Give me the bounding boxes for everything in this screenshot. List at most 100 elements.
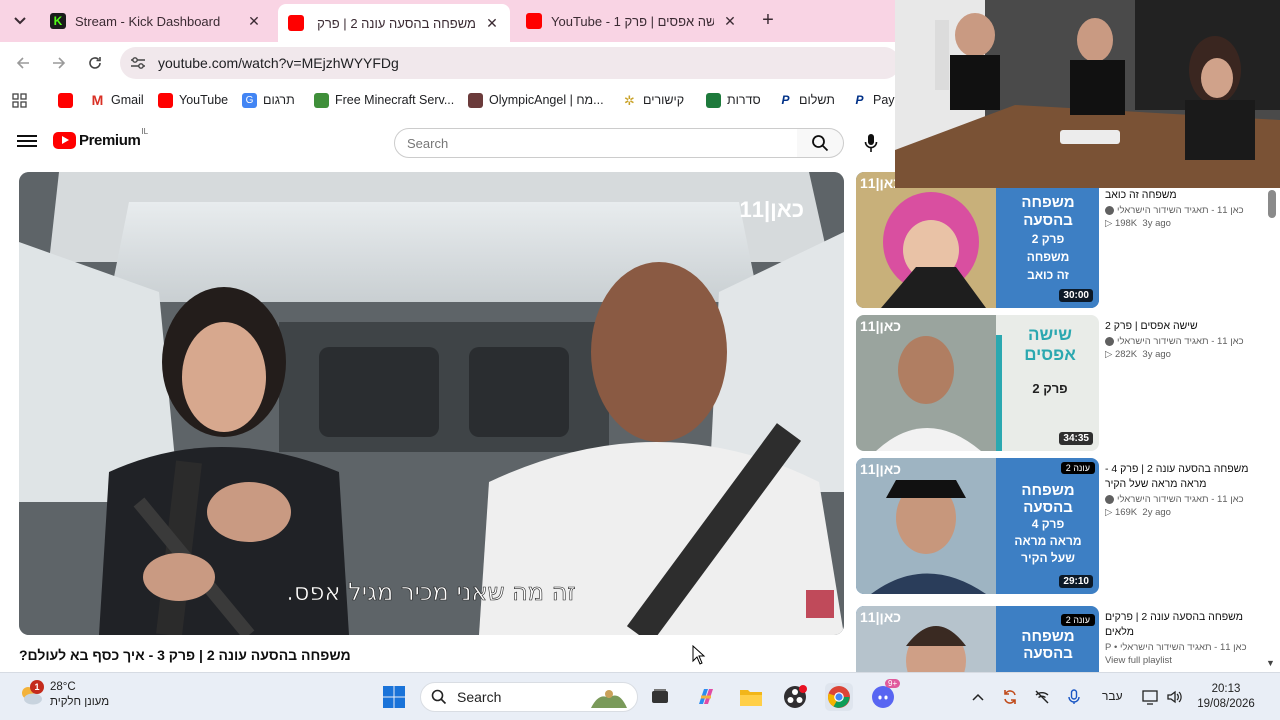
playlist-title: משפחה בהסעה עונה 2 | פרקים מלאים [1105,611,1243,638]
recommendation-playlist[interactable]: כאן|11 עונה 2 משפחה בהסעה משפחה בהסעה עו… [856,606,1268,672]
video-duration: 30:00 [1059,289,1093,302]
chrome-button[interactable] [825,683,853,711]
bookmark-label: קישורים [643,93,685,107]
address-bar[interactable]: youtube.com/watch?v=MEjzhWYYFDg [120,47,900,79]
microphone-icon [864,134,878,152]
bookmark-label: Free Minecraft Serv... [335,93,455,107]
thumbnail-text: שישה אפסים פרק 2 [1024,325,1076,396]
channel-name[interactable]: כאן 11 - תאגיד השידור הישראלי [1105,205,1265,216]
bookmark-links[interactable]: ✲ קישורים [622,91,684,109]
close-tab-icon[interactable]: ✕ [484,15,500,31]
country-code: IL [141,127,149,136]
minecraft-icon [314,92,329,108]
network-tray-button[interactable] [1032,687,1052,707]
bookmark-minecraft[interactable]: Free Minecraft Serv... [314,91,454,109]
youtube-play-icon [53,132,76,149]
video-stats: ▷ 198K 3y ago [1105,218,1171,229]
video-thumbnail[interactable]: כאן|11 עונה 2 משפחה בהסעה פרק 4 מראה מרא… [856,458,1099,594]
clock[interactable]: 20:13 19/08/2026 [1190,682,1262,712]
bookmark-payment[interactable]: P תשלום [778,91,834,109]
video-title: משפחה זה כואב [1105,189,1177,201]
taskbar-search[interactable]: Search [420,682,638,712]
video-duration: 29:10 [1059,575,1093,588]
thumbnail-text: משפחה בהסעה [1021,628,1075,662]
show-hidden-icons-button[interactable] [968,687,988,707]
sync-tray-button[interactable] [1000,687,1020,707]
chevron-down-icon [14,17,26,25]
volume-tray-button[interactable] [1164,687,1184,707]
bookmark-label: Payl [873,93,898,107]
close-tab-icon[interactable]: ✕ [722,13,738,29]
channel-name[interactable]: כאן 11 - תאגיד השידור הישראלי [1105,336,1265,347]
start-button[interactable] [380,683,408,711]
menu-icon[interactable] [17,132,37,152]
bookmark-translate[interactable]: G תרגום [242,91,295,109]
new-tab-button[interactable]: + [757,9,779,32]
voice-search-button[interactable] [855,125,887,161]
video-player[interactable]: כאן|11 זה מה שאני מכיר מגיל אפס. [19,172,844,635]
bookmark-series[interactable]: סדרות [706,91,761,109]
search-button[interactable] [797,128,844,158]
tab-kick-dashboard[interactable]: K Stream - Kick Dashboard ✕ [40,4,272,38]
tv-icon [706,92,721,108]
reload-icon [89,57,101,69]
channel-name[interactable]: כאן 11 - תאגיד השידור הישראלי [1105,494,1265,505]
video-title: שישה אפסים | פרק 2 [1105,320,1198,332]
bookmark-label: תרגום [263,93,295,107]
gmail-icon: M [90,91,105,108]
task-view-button[interactable] [646,683,674,711]
site-info-icon[interactable] [124,49,152,77]
weather-description: מעונן חלקית [50,696,110,708]
close-tab-icon[interactable]: ✕ [246,13,262,29]
tab-current-video[interactable]: משפחה בהסעה עונה 2 | פרק 3 ✕ [278,4,510,42]
bookmark-paypal[interactable]: P Payl [852,91,897,109]
recommendation-item[interactable]: כאן|11 שישה אפסים פרק 2 34:35 שישה אפסים… [856,315,1268,451]
logo-text: Premium [79,132,141,149]
taskbar-search-label: Search [457,689,502,705]
forward-button[interactable] [46,50,72,76]
bookmark-gmail[interactable]: M Gmail [90,91,144,109]
youtube-icon [288,15,304,31]
microphone-tray-button[interactable] [1064,687,1084,707]
reload-button[interactable] [82,50,108,76]
bookmark-youtube-1[interactable] [58,91,79,109]
search-highlight-icon [591,690,627,708]
thumbnail-text: משפחה בהסעה פרק 4 מראה מראה שעל הקיר [1014,482,1082,565]
input-language-indicator[interactable]: עבר [1102,689,1123,703]
view-full-playlist-link[interactable]: View full playlist [1105,655,1265,666]
video-meta: משפחה בהסעה עונה 2 | פרק 4 - מראה מראה ש… [1105,462,1265,518]
scroll-down-icon[interactable]: ▼ [1266,658,1275,668]
obs-icon [784,685,807,708]
thumbnail-text: משפחה בהסעה פרק 2 משפחה זה כואב [1021,194,1075,282]
tab-title: Stream - Kick Dashboard [75,13,221,29]
recommendation-item[interactable]: כאן|11 משפחה בהסעה פרק 2 משפחה זה כואב 3… [856,172,1268,308]
twitch-icon [468,92,483,108]
obs-button[interactable] [781,683,809,711]
tab-search-button[interactable] [6,7,34,35]
back-button[interactable] [10,50,36,76]
mouse-cursor-icon [692,645,706,665]
bookmark-youtube[interactable]: YouTube [158,91,228,109]
clock-time: 20:13 [1211,683,1241,695]
file-explorer-button[interactable] [737,683,765,711]
channel-name[interactable]: כאן 11 - תאגיד השידור הישראלי • P [1105,642,1265,653]
weather-widget[interactable]: 1 28°C מעונן חלקית [18,680,109,710]
youtube-icon [158,92,173,108]
scrollbar[interactable] [1268,190,1276,218]
video-thumbnail[interactable]: כאן|11 משפחה בהסעה פרק 2 משפחה זה כואב 3… [856,172,1099,308]
season-badge: עונה 2 [1060,614,1095,626]
no-network-icon [1035,690,1049,704]
playlist-meta: משפחה בהסעה עונה 2 | פרקים מלאים כאן 11 … [1105,610,1265,666]
recommendation-item[interactable]: כאן|11 עונה 2 משפחה בהסעה פרק 4 מראה מרא… [856,458,1268,594]
video-thumbnail[interactable]: כאן|11 שישה אפסים פרק 2 34:35 [856,315,1099,451]
playlist-thumbnail[interactable]: כאן|11 עונה 2 משפחה בהסעה [856,606,1099,672]
tab-youtube-shisha[interactable]: YouTube - שישה אפסים | פרק 1 ✕ [516,4,748,38]
copilot-button[interactable] [692,683,720,711]
search-input[interactable] [394,128,798,158]
bookmark-olympicangel[interactable]: OlympicAngel | מח... [468,91,604,109]
discord-button[interactable]: 9+ [869,679,901,711]
display-tray-button[interactable] [1140,687,1160,707]
youtube-logo[interactable]: Premium IL [53,127,148,149]
apps-button[interactable] [12,91,27,109]
season-badge: עונה 2 [1060,462,1095,474]
